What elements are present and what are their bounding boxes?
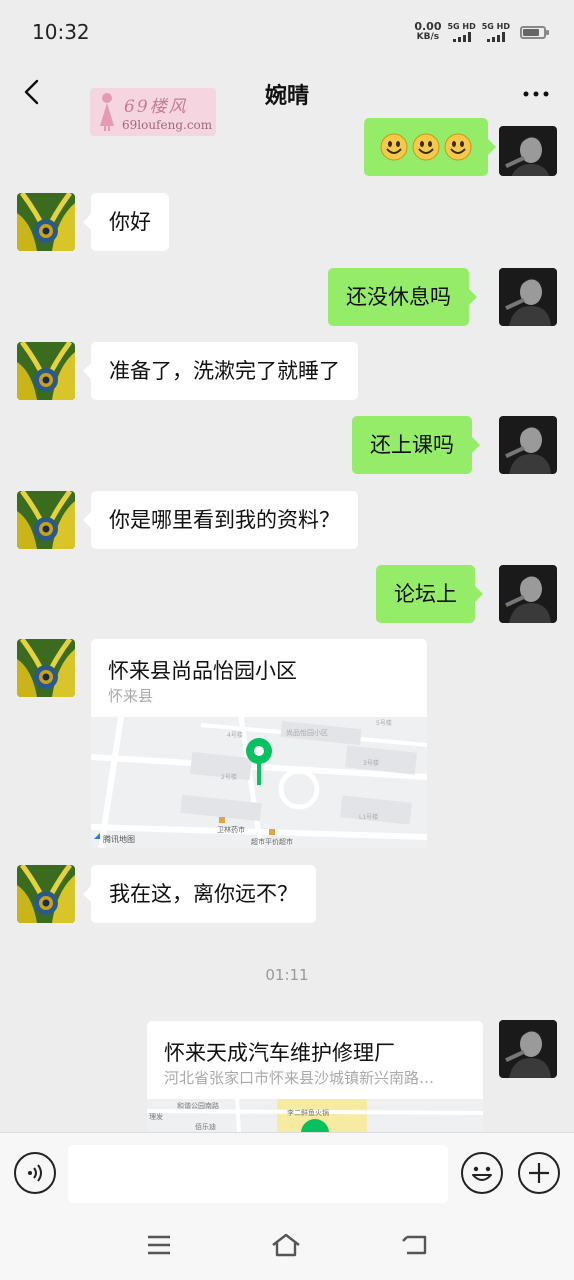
my-avatar[interactable]	[499, 1020, 557, 1078]
watermark-url: 69loufeng.com	[122, 118, 213, 132]
smile-emoji-icon	[412, 133, 440, 161]
map-label: 佰乐迪	[195, 1122, 216, 1131]
map-label: 和谐公园南路	[177, 1101, 219, 1110]
network-speed-unit: KB/s	[416, 32, 440, 42]
signal-bars-icon	[486, 32, 505, 42]
signal-bars-icon	[452, 32, 471, 42]
contact-avatar[interactable]	[17, 193, 75, 251]
shop-poi-icon	[269, 829, 275, 835]
message-bubble-sent[interactable]: 论坛上	[376, 565, 483, 623]
contact-avatar[interactable]	[17, 639, 75, 697]
map-label: 3号楼	[363, 759, 379, 767]
system-nav-bar	[0, 1214, 574, 1280]
contact-avatar[interactable]	[17, 491, 75, 549]
back-icon	[402, 1235, 427, 1255]
my-avatar[interactable]	[499, 126, 557, 176]
my-avatar[interactable]	[499, 565, 557, 623]
plus-icon	[529, 1163, 549, 1183]
location-card[interactable]: 怀来天成汽车维护修理厂 河北省张家口市怀来县沙城镇新兴南路… 和谐公园南路 李二…	[147, 1021, 483, 1132]
message-timestamp: 01:11	[265, 966, 309, 984]
sim2-label: 5G HD	[481, 22, 510, 31]
voice-icon	[28, 1164, 42, 1182]
home-icon	[272, 1233, 300, 1257]
message-bubble-sent[interactable]: 还上课吗	[352, 416, 480, 474]
battery-icon	[520, 25, 549, 39]
contact-avatar[interactable]	[17, 342, 75, 400]
voice-button[interactable]	[14, 1152, 56, 1194]
message-bubble-sent[interactable]: 还没休息吗	[328, 268, 477, 326]
map-label: 尚品怡园小区	[286, 728, 328, 737]
menu-button[interactable]	[141, 1230, 177, 1260]
battery-level	[523, 28, 539, 36]
my-avatar[interactable]	[499, 416, 557, 474]
home-button[interactable]	[268, 1230, 304, 1260]
map-label: 5号楼	[376, 719, 392, 727]
location-name: 怀来天成汽车维护修理厂	[164, 1041, 395, 1065]
status-time: 10:32	[32, 20, 90, 44]
chat-header: 婉晴	[0, 64, 574, 124]
location-name: 怀来县尚品怡园小区	[108, 659, 297, 683]
message-bubble-received[interactable]: 准备了，洗漱完了就睡了	[83, 342, 358, 400]
chat-title: 婉晴	[264, 84, 309, 109]
network-speed-value: 0.00	[414, 20, 442, 33]
watermark: 69楼风 69loufeng.com	[90, 88, 216, 136]
location-address: 怀来县	[108, 687, 154, 705]
map-label: 卫林药市	[217, 825, 245, 834]
my-avatar[interactable]	[499, 268, 557, 326]
back-nav-button[interactable]	[396, 1230, 432, 1260]
sim1-signal: 5G HD	[447, 22, 476, 42]
more-dots-icon	[523, 91, 549, 97]
input-bar	[0, 1132, 574, 1214]
map-label: L1号楼	[359, 813, 378, 821]
sim2-signal: 5G HD	[482, 22, 510, 42]
status-bar: 10:32 0.00 KB/s 5G HD 5G HD	[0, 0, 574, 64]
location-map: 尚品怡园小区 5号楼 4号楼 3号楼 2号楼 L1号楼 卫林药市 超市平价超市 …	[91, 717, 427, 848]
sim1-label: 5G HD	[447, 22, 476, 31]
location-address: 河北省张家口市怀来县沙城镇新兴南路…	[164, 1069, 435, 1087]
plus-button[interactable]	[518, 1152, 560, 1194]
location-card[interactable]: 怀来县尚品怡园小区 怀来县 尚品怡园小区 5号楼 4号楼 3号楼 2号楼 L1号…	[91, 639, 427, 848]
message-bubble-received[interactable]: 我在这，离你远不？	[83, 865, 316, 923]
menu-icon	[148, 1235, 170, 1255]
emoji-icon	[472, 1166, 492, 1181]
map-label: 2号楼	[221, 773, 237, 781]
message-bubble-received[interactable]: 你好	[83, 193, 169, 251]
message-input[interactable]	[68, 1145, 448, 1203]
status-icons: 0.00 KB/s 5G HD 5G HD	[414, 20, 549, 42]
network-speed: 0.00 KB/s	[414, 20, 442, 42]
contact-avatar[interactable]	[17, 865, 75, 923]
message-bubble-sent[interactable]	[364, 118, 496, 176]
shop-poi-icon	[219, 817, 225, 823]
map-label: 理发	[149, 1112, 163, 1121]
map-provider: 腾讯地图	[103, 834, 135, 844]
smile-emoji-icon	[380, 133, 408, 161]
watermark-title: 69楼风	[124, 97, 188, 117]
emoji-row	[380, 118, 472, 176]
more-button[interactable]	[518, 76, 554, 112]
map-label: 超市平价超市	[251, 837, 293, 846]
smile-emoji-icon	[444, 133, 472, 161]
location-map: 和谐公园南路 李二鲜鱼火锅 理发 佰乐迪	[147, 1099, 483, 1132]
woman-figure-icon	[100, 93, 114, 131]
message-bubble-received[interactable]: 你是哪里看到我的资料？	[83, 491, 358, 549]
map-label: 4号楼	[227, 731, 243, 739]
emoji-button[interactable]	[461, 1152, 503, 1194]
map-label: 李二鲜鱼火锅	[287, 1108, 329, 1117]
